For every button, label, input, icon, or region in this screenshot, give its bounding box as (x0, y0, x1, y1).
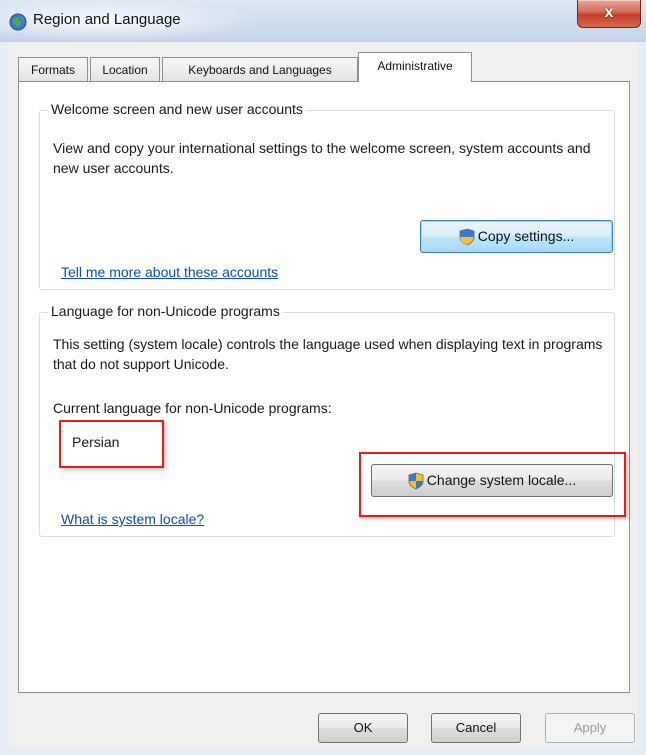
tab-formats[interactable]: Formats (18, 57, 88, 81)
tab-keyboards-and-languages[interactable]: Keyboards and Languages (162, 57, 358, 81)
current-language-value: Persian (72, 434, 120, 450)
ok-button[interactable]: OK (318, 713, 408, 743)
uac-shield-icon (408, 472, 424, 490)
apply-button[interactable]: Apply (545, 713, 635, 743)
title-bar: Region and Language x (0, 0, 646, 42)
change-system-locale-button[interactable]: Change system locale... (371, 464, 613, 497)
welcome-screen-group (39, 110, 615, 290)
tab-panel-administrative: Welcome screen and new user accounts Vie… (18, 81, 630, 693)
dialog-window: Region and Language x Formats Location K… (0, 0, 646, 755)
change-system-locale-label: Change system locale... (426, 472, 577, 488)
window-title: Region and Language (33, 11, 181, 28)
non-unicode-description: This setting (system locale) controls th… (53, 336, 603, 372)
copy-settings-button[interactable]: Copy settings... (420, 220, 613, 253)
copy-settings-label: Copy settings... (477, 228, 575, 244)
welcome-screen-group-title: Welcome screen and new user accounts (48, 101, 306, 117)
non-unicode-group-title: Language for non-Unicode programs (48, 303, 283, 319)
uac-shield-icon (459, 228, 475, 246)
tell-me-more-link[interactable]: Tell me more about these accounts (61, 264, 278, 280)
tab-administrative[interactable]: Administrative (358, 52, 472, 82)
globe-icon (9, 13, 27, 31)
current-language-label: Current language for non-Unicode program… (53, 400, 332, 416)
cancel-button[interactable]: Cancel (431, 713, 521, 743)
tab-location[interactable]: Location (90, 57, 160, 81)
close-button[interactable]: x (577, 0, 641, 28)
close-icon: x (604, 4, 614, 21)
welcome-screen-description: View and copy your international setting… (53, 140, 591, 176)
what-is-system-locale-link[interactable]: What is system locale? (61, 511, 204, 527)
